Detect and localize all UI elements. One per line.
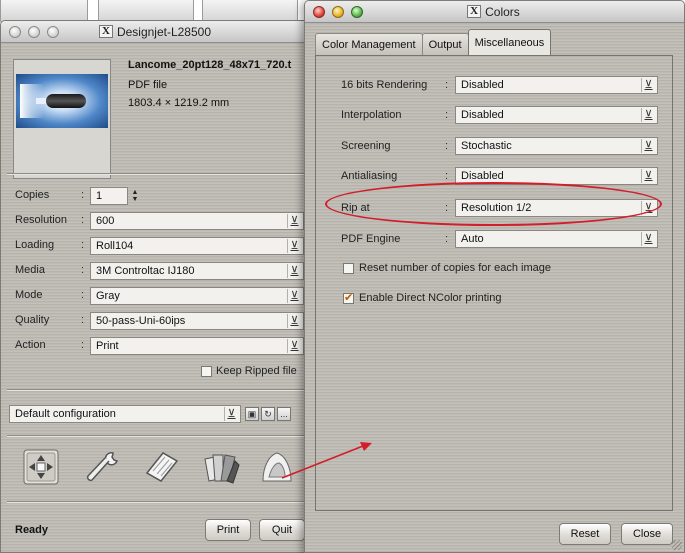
designjet-titlebar[interactable]: X Designjet-L28500 (1, 21, 311, 43)
reset-copies-checkbox[interactable] (343, 263, 354, 274)
dropdown-arrow-icon (287, 264, 301, 278)
print-button[interactable]: Print (205, 519, 251, 541)
resolution-label: Resolution (15, 214, 67, 226)
loading-select[interactable]: Roll104 (90, 237, 304, 255)
action-select[interactable]: Print (90, 337, 304, 355)
colon: : (445, 109, 449, 121)
dropdown-arrow-icon (224, 407, 238, 421)
dropdown-arrow-icon (641, 232, 655, 246)
quit-button[interactable]: Quit (259, 519, 305, 541)
zoom-window-button[interactable] (47, 25, 59, 38)
tab-color-management[interactable]: Color Management (315, 33, 423, 55)
action-label: Action (15, 339, 46, 351)
dropdown-arrow-icon (641, 169, 655, 183)
dropdown-arrow-icon (287, 339, 301, 353)
copies-stepper[interactable]: ▲ ▼ (130, 187, 140, 205)
colors-titlebar[interactable]: X Colors (305, 1, 684, 23)
dropdown-arrow-icon (287, 239, 301, 253)
configuration-select[interactable]: Default configuration (9, 405, 241, 423)
colon: : (81, 264, 85, 276)
quality-label: Quality (15, 314, 50, 326)
copies-input[interactable]: 1 (90, 187, 128, 205)
colon: : (81, 339, 85, 351)
tab-miscellaneous[interactable]: Miscellaneous (467, 29, 552, 55)
x11-icon: X (98, 25, 113, 38)
direct-ncolor-checkbox[interactable] (343, 291, 354, 304)
close-window-button[interactable] (9, 25, 21, 38)
move-icon[interactable] (21, 447, 61, 487)
keep-ripped-label: Keep Ripped file (216, 365, 297, 377)
screen: X Designjet-L28500 Lancome_20pt128_48x71… (0, 0, 685, 553)
dropdown-arrow-icon (641, 78, 655, 92)
tab-bar: Color Management Output Miscellaneous (315, 29, 552, 55)
color-swatches-icon[interactable] (201, 447, 241, 487)
file-dimensions: 1803.4 × 1219.2 mm (128, 97, 230, 109)
colon: : (81, 239, 85, 251)
zoom-window-button[interactable] (351, 5, 363, 18)
dropdown-arrow-icon (287, 289, 301, 303)
window-title: Designjet-L28500 (116, 24, 212, 39)
dropdown-arrow-icon (287, 314, 301, 328)
bits16-label: 16 bits Rendering (341, 79, 428, 91)
keep-ripped-checkbox[interactable] (201, 366, 212, 377)
media-label: Media (15, 264, 45, 276)
colors-icon[interactable] (257, 447, 297, 487)
resize-grip[interactable] (672, 540, 682, 550)
file-preview-thumbnail[interactable] (13, 59, 111, 179)
screening-select[interactable]: Stochastic (455, 137, 658, 155)
dropdown-arrow-icon (287, 214, 301, 228)
colors-window: X Colors Color Management Output Miscell… (304, 0, 685, 553)
resolution-select[interactable]: 600 (90, 212, 304, 230)
mode-select[interactable]: Gray (90, 287, 304, 305)
colon: : (445, 233, 449, 245)
minimize-window-button[interactable] (28, 25, 40, 38)
interpolation-select[interactable]: Disabled (455, 106, 658, 124)
wrench-icon[interactable] (83, 447, 123, 487)
designjet-window: X Designjet-L28500 Lancome_20pt128_48x71… (0, 20, 312, 553)
save-config-icon[interactable]: ▣ (245, 407, 259, 421)
dropdown-arrow-icon (641, 139, 655, 153)
interpolation-label: Interpolation (341, 109, 402, 121)
colon: : (81, 189, 85, 201)
divider (7, 173, 307, 175)
mode-label: Mode (15, 289, 43, 301)
colon: : (81, 214, 85, 226)
divider (7, 389, 307, 391)
minimize-window-button[interactable] (332, 5, 344, 18)
divider (7, 435, 307, 437)
more-config-button[interactable]: ... (277, 407, 291, 421)
antialiasing-label: Antialiasing (341, 170, 398, 182)
paper-icon[interactable] (141, 447, 181, 487)
copies-label: Copies (15, 189, 50, 201)
reset-copies-label: Reset number of copies for each image (359, 262, 551, 274)
status-text: Ready (15, 524, 49, 536)
quality-select[interactable]: 50-pass-Uni-60ips (90, 312, 304, 330)
bits16-select[interactable]: Disabled (455, 76, 658, 94)
colon: : (445, 79, 449, 91)
x11-icon: X (467, 5, 482, 18)
highlight-oval-annotation (325, 182, 662, 226)
colon: : (445, 170, 449, 182)
screening-label: Screening (341, 140, 391, 152)
media-select[interactable]: 3M Controltac IJ180 (90, 262, 304, 280)
divider (7, 501, 307, 503)
file-name: Lancome_20pt128_48x71_720.t (128, 59, 292, 71)
dropdown-arrow-icon (641, 108, 655, 122)
window-title: Colors (485, 4, 520, 19)
close-button[interactable]: Close (621, 523, 673, 545)
loading-label: Loading (15, 239, 55, 251)
pdf-engine-select[interactable]: Auto (455, 230, 658, 248)
close-window-button[interactable] (313, 5, 325, 18)
pdf-engine-label: PDF Engine (341, 233, 401, 245)
refresh-config-icon[interactable]: ↻ (261, 407, 275, 421)
direct-ncolor-label: Enable Direct NColor printing (359, 292, 502, 304)
file-type: PDF file (128, 79, 168, 91)
colon: : (445, 140, 449, 152)
tab-output[interactable]: Output (421, 33, 469, 55)
colon: : (81, 314, 85, 326)
colon: : (81, 289, 85, 301)
preview-image (16, 74, 108, 128)
reset-button[interactable]: Reset (559, 523, 611, 545)
